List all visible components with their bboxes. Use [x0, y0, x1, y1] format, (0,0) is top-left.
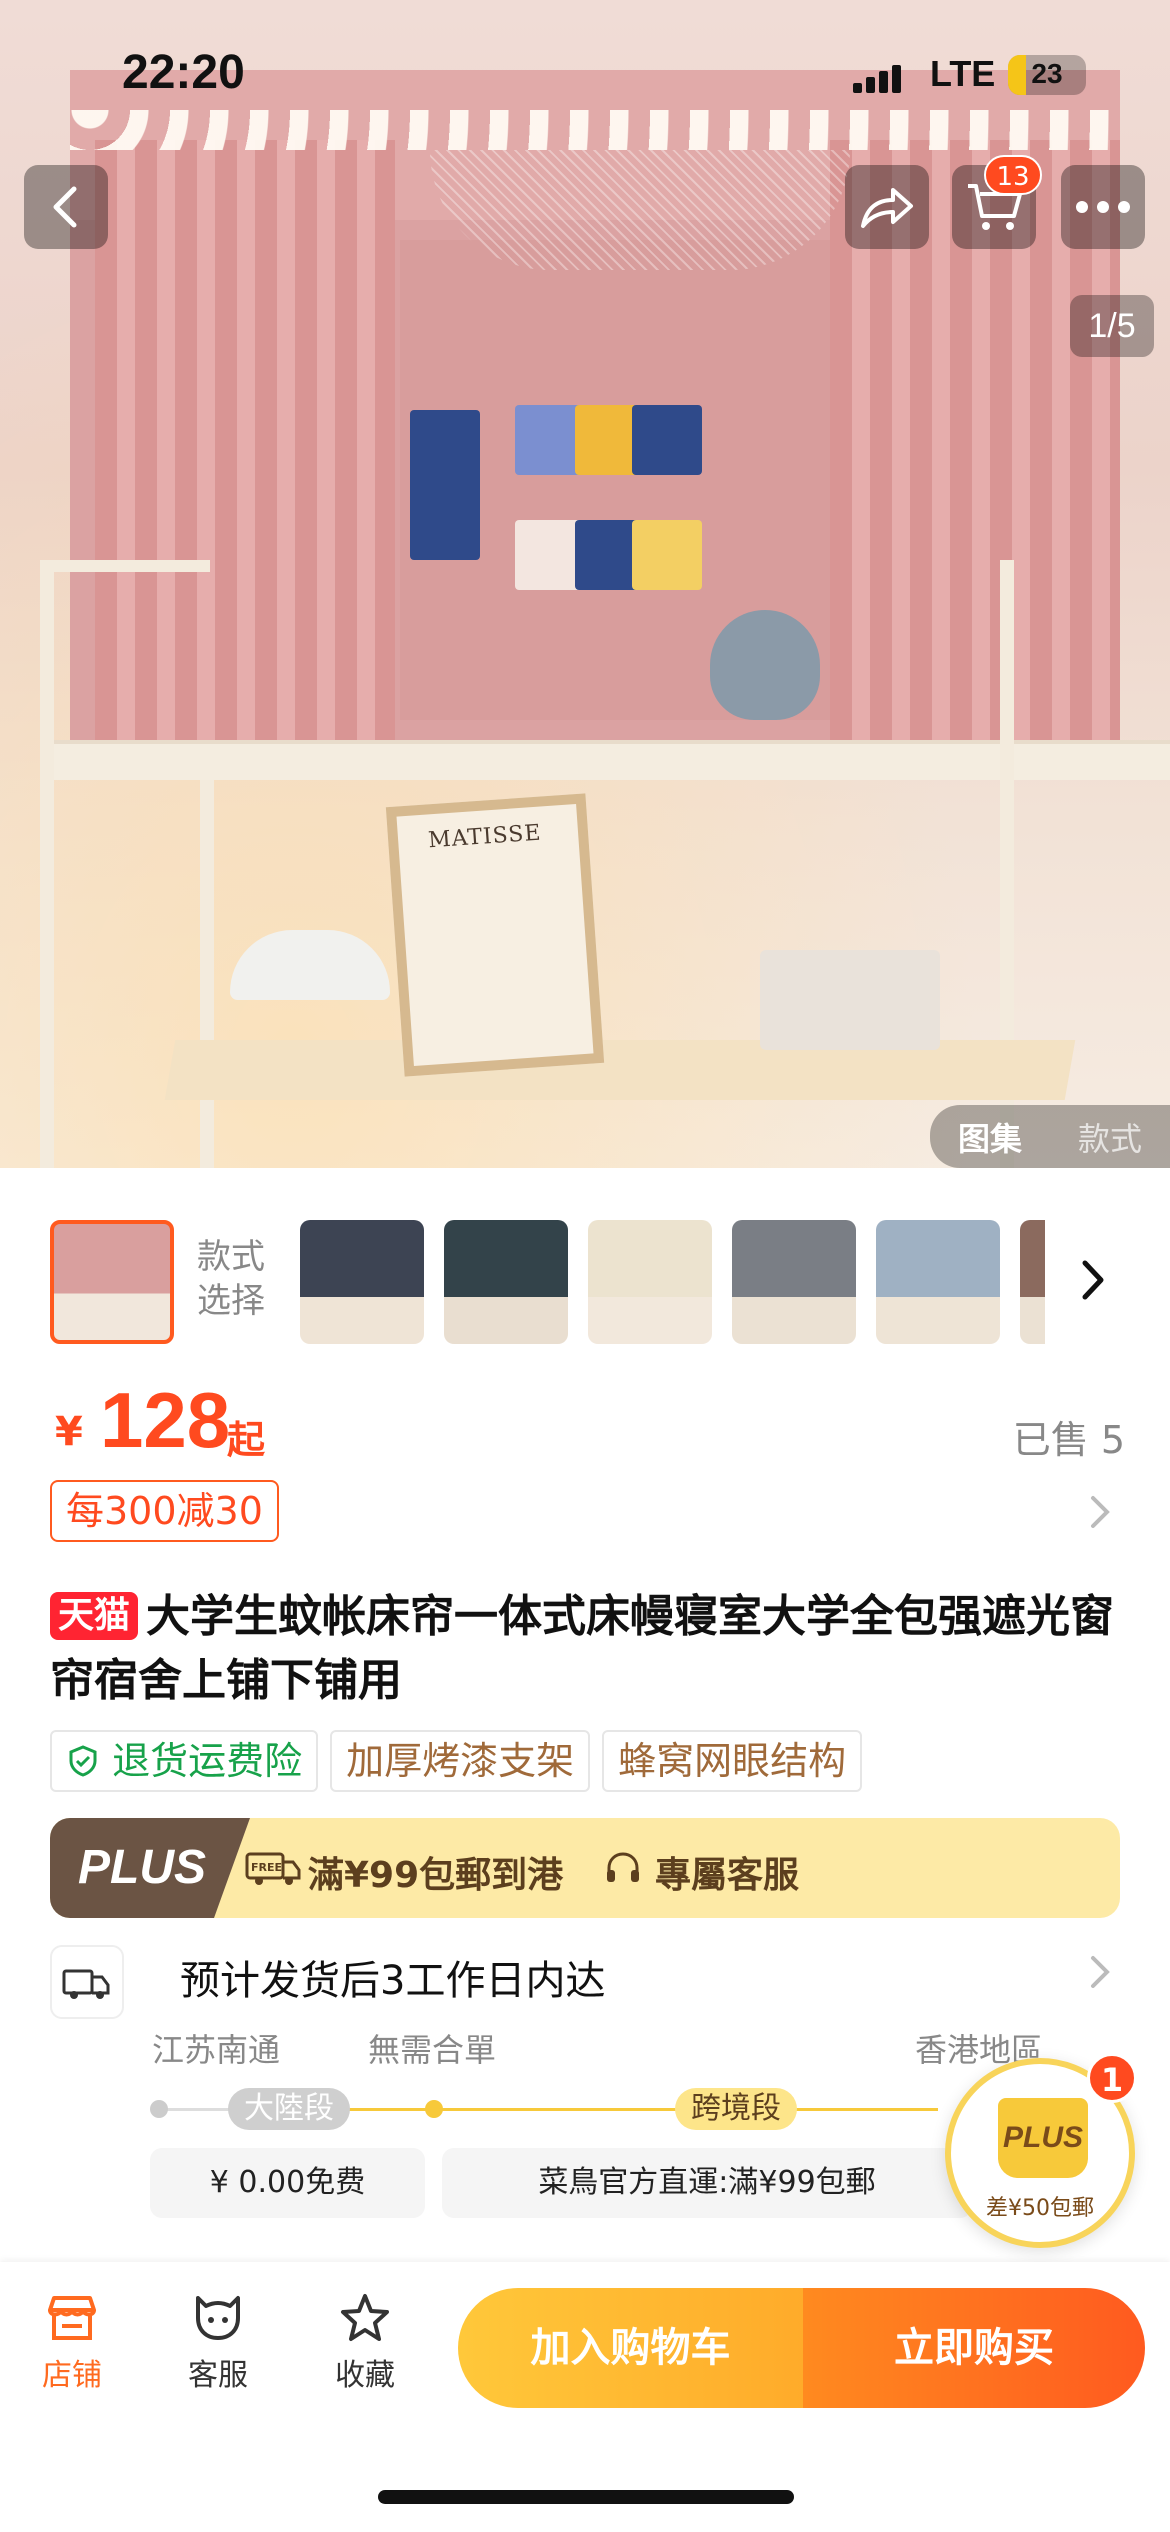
curtain-left — [95, 140, 395, 760]
share-button[interactable] — [845, 165, 929, 249]
currency-symbol: ¥ — [55, 1409, 83, 1455]
product-title-text: 大学生蚊帐床帘一体式床幔寝室大学全包强遮光窗帘宿舍上铺下铺用 — [50, 1591, 1115, 1706]
store-icon — [48, 2296, 96, 2340]
route-consolidation: 無需合單 — [368, 2031, 497, 2069]
chat-face-icon — [196, 2296, 240, 2340]
style-thumbnail[interactable] — [588, 1220, 712, 1344]
battery-icon: 23 — [1008, 55, 1086, 95]
free-icon-text: FREE — [251, 1861, 282, 1874]
plus-logo: PLUS — [50, 1818, 250, 1918]
headset-icon — [607, 1852, 639, 1882]
back-button[interactable] — [24, 165, 108, 249]
image-counter: 1/5 — [1070, 295, 1154, 357]
tab-store-label: 店铺 — [42, 2358, 102, 2393]
tab-styles[interactable]: 款式 — [1050, 1114, 1170, 1160]
fee-mainland: ¥ 0.00免费 — [150, 2148, 425, 2218]
chevron-right-icon[interactable] — [1073, 1255, 1113, 1305]
chevron-right-icon[interactable] — [1085, 1490, 1115, 1534]
wall-card — [632, 405, 702, 475]
wall-card — [632, 520, 702, 590]
segment-mainland: 大陸段 — [228, 2088, 350, 2130]
home-indicator — [378, 2490, 794, 2504]
fee-crossborder: 菜鳥官方直運:滿¥99包郵 — [442, 2148, 972, 2218]
matisse-poster: MATISSE — [385, 793, 605, 1077]
tab-store[interactable]: 店铺 — [12, 2292, 132, 2402]
signal-icon — [853, 63, 923, 93]
plus-banner[interactable]: PLUS FREE 滿¥99包郵到港 專屬客服 — [50, 1818, 1120, 1918]
book-stand — [760, 950, 940, 1050]
style-thumbnail[interactable] — [1020, 1220, 1045, 1344]
more-button[interactable] — [1061, 165, 1145, 249]
star-icon — [341, 2294, 389, 2341]
share-icon — [861, 188, 913, 228]
sold-count: 已售 5 — [1012, 1418, 1125, 1462]
chevron-right-icon[interactable] — [1085, 1950, 1115, 1994]
view-toggle[interactable]: 图集 款式 — [930, 1105, 1170, 1168]
style-thumbnail[interactable] — [876, 1220, 1000, 1344]
tab-gallery[interactable]: 图集 — [930, 1114, 1050, 1160]
plus-widget-text: 差¥50包郵 — [986, 2196, 1094, 2221]
more-icon — [1076, 201, 1130, 213]
cart-count-badge: 13 — [984, 155, 1042, 195]
tag-feature[interactable]: 蜂窝网眼结构 — [602, 1730, 863, 1792]
mosquito-net — [430, 150, 850, 270]
style-select-text: 款式 选择 — [197, 1237, 265, 1321]
cart-button[interactable]: 13 — [952, 155, 1042, 249]
delivery-estimate[interactable]: 预计发货后3工作日内达 — [180, 1948, 605, 2006]
style-thumbnail[interactable] — [50, 1220, 174, 1344]
route-dot — [425, 2100, 443, 2118]
plus-service: 專屬客服 — [655, 1855, 800, 1896]
free-shipping-truck-icon: FREE — [245, 1852, 301, 1885]
plus-shipping: 滿¥99包郵到港 — [308, 1855, 564, 1896]
wall-card — [410, 410, 480, 560]
route-origin: 江苏南通 — [152, 2031, 281, 2069]
add-to-cart-button[interactable]: 加入购物车 — [458, 2288, 803, 2408]
ruffle-trim — [70, 110, 1120, 150]
bed-rail — [40, 560, 210, 572]
style-thumbnail[interactable] — [300, 1220, 424, 1344]
basket-icon: PLUS — [998, 2098, 1088, 2178]
style-select-label: 款式 选择 — [197, 1235, 265, 1323]
delivery-truck-icon — [50, 1945, 124, 2019]
network-type: LTE — [930, 53, 996, 94]
tab-favorite[interactable]: 收藏 — [305, 2292, 425, 2402]
route-dot — [150, 2100, 168, 2118]
shield-check-icon — [69, 1745, 97, 1777]
chevron-left-icon — [53, 186, 77, 228]
desk — [164, 1040, 1076, 1100]
bed-rail — [40, 560, 54, 1168]
tab-favorite-label: 收藏 — [335, 2358, 395, 2393]
price-row: ¥ 128 起 已售 5 — [55, 1375, 1125, 1465]
status-bar: 22:20 LTE 23 — [0, 45, 1170, 115]
product-tags: 退货运费险 加厚烤漆支架 蜂窝网眼结构 — [50, 1730, 863, 1792]
bed-rail — [200, 780, 214, 1168]
price-amount: 128 — [100, 1376, 231, 1464]
tab-service-label: 客服 — [188, 2358, 248, 2393]
plus-widget-badge: 1 — [1087, 2053, 1137, 2103]
status-time: 22:20 — [122, 46, 245, 99]
tab-customer-service[interactable]: 客服 — [158, 2292, 278, 2402]
style-thumbnails: 款式 选择 — [0, 1215, 1170, 1345]
product-title: 天猫 大学生蚊帐床帘一体式床幔寝室大学全包强遮光窗帘宿舍上铺下铺用 — [50, 1585, 1130, 1713]
tmall-badge: 天猫 — [50, 1592, 139, 1640]
promo-tag[interactable]: 每300减30 — [50, 1480, 279, 1542]
segment-crossborder: 跨境段 — [675, 2088, 797, 2130]
style-thumbnail[interactable] — [732, 1220, 856, 1344]
price-suffix: 起 — [227, 1418, 266, 1462]
tag-feature[interactable]: 加厚烤漆支架 — [330, 1730, 591, 1792]
poster-title: MATISSE — [427, 820, 543, 854]
buy-now-button[interactable]: 立即购买 — [803, 2288, 1145, 2408]
teddy-bear — [710, 610, 820, 720]
style-thumbnail[interactable] — [444, 1220, 568, 1344]
tag-return-insurance[interactable]: 退货运费险 — [50, 1730, 319, 1792]
battery-level: 23 — [1031, 58, 1063, 89]
tag-text: 退货运费险 — [112, 1739, 303, 1783]
